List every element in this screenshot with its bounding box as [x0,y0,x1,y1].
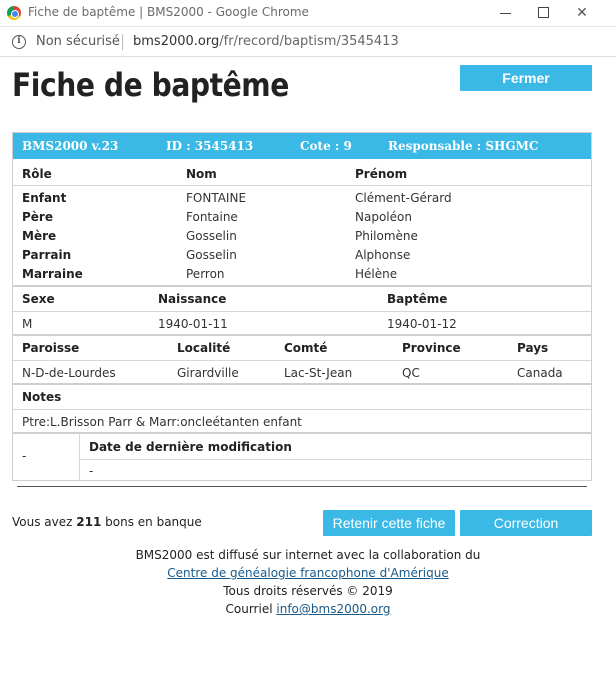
address-bar[interactable]: i Non sécurisé bms2000.org/fr/record/bap… [0,27,616,57]
row-divider [13,409,591,410]
person-nom: Perron [186,267,225,281]
retain-record-button[interactable]: Retenir cette fiche [323,510,455,536]
col-header-prenom: Prénom [355,167,408,181]
column-divider [79,434,80,480]
col-header-paroisse: Paroisse [22,341,80,355]
col-header-localite: Localité [177,341,231,355]
url-host: bms2000.org [133,34,220,49]
localite-value: Girardville [177,366,239,380]
modification-label: Date de dernière modification [89,440,292,454]
col-header-bapteme: Baptême [387,292,448,306]
close-window-button[interactable]: ✕ [560,0,604,27]
footer-collaboration: BMS2000 est diffusé sur internet avec la… [135,548,481,562]
partner-link[interactable]: Centre de généalogie francophone d'Améri… [167,566,448,580]
window-title: Fiche de baptême | BMS2000 - Google Chro… [28,5,309,19]
col-header-comte: Comté [284,341,328,355]
bapteme-value: 1940-01-12 [387,317,457,331]
bank-prefix: Vous avez [12,515,73,529]
row-divider [13,311,591,312]
row-divider [80,459,591,460]
url-text[interactable]: bms2000.org/fr/record/baptism/3545413 [133,34,399,49]
naissance-value: 1940-01-11 [158,317,228,331]
comte-value: Lac-St-Jean [284,366,353,380]
person-prenom: Napoléon [355,210,412,224]
minimize-icon [500,13,511,14]
security-status[interactable]: Non sécurisé [36,34,120,49]
maximize-icon [538,7,549,18]
close-icon: ✕ [576,5,588,21]
notes-label: Notes [22,390,62,404]
person-prenom: Philomène [355,229,418,243]
url-path: /fr/record/baptism/3545413 [219,34,399,49]
email-prefix: Courriel [225,602,273,616]
horizontal-rule [17,486,587,487]
col-header-sexe: Sexe [22,292,55,306]
person-role: Enfant [22,191,67,205]
modification-value: - [89,464,94,478]
footer: BMS2000 est diffusé sur internet avec la… [0,546,616,618]
correction-button[interactable]: Correction [460,510,592,536]
record-id: ID : 3545413 [166,139,254,153]
paroisse-value: N-D-de-Lourdes [22,366,116,380]
row-divider [13,360,591,361]
footer-email-line: Courriel info@bms2000.org [0,600,616,618]
section-divider [13,285,591,287]
notes-text: Ptre:L.Brisson Parr & Marr:oncleétanten … [22,415,302,429]
record-card: BMS2000 v.23 ID : 3545413 Cote : 9 Respo… [12,132,592,481]
person-prenom: Alphonse [355,248,411,262]
pays-value: Canada [517,366,563,380]
row-divider [13,185,591,186]
person-role: Mère [22,229,57,243]
email-link[interactable]: info@bms2000.org [276,602,390,616]
person-nom: Fontaine [186,210,238,224]
bank-balance: Vous avez 211 bons en banque [12,515,202,529]
record-header: BMS2000 v.23 ID : 3545413 Cote : 9 Respo… [13,133,591,159]
col-header-province: Province [402,341,461,355]
col-header-nom: Nom [186,167,217,181]
col-header-role: Rôle [22,167,52,181]
bank-count: 211 [76,515,102,529]
col-header-naissance: Naissance [158,292,227,306]
footer-rights: Tous droits réservés © 2019 [223,584,393,598]
person-nom: FONTAINE [186,191,247,205]
page-content: Fiche de baptême Fermer BMS2000 v.23 ID … [0,57,616,690]
person-nom: Gosselin [186,229,237,243]
person-prenom: Clément-Gérard [355,191,452,205]
person-role: Parrain [22,248,72,262]
section-divider [13,432,591,434]
window-titlebar: Fiche de baptême | BMS2000 - Google Chro… [0,0,616,27]
page-title: Fiche de baptême [12,66,289,104]
col-header-pays: Pays [517,341,549,355]
section-divider [13,383,591,385]
close-button[interactable]: Fermer [460,65,592,91]
modification-left-value: - [22,449,27,463]
person-nom: Gosselin [186,248,237,262]
chrome-logo-icon [7,6,21,20]
record-responsable: Responsable : SHGMC [388,139,539,153]
bank-suffix: bons en banque [105,515,202,529]
record-cote: Cote : 9 [300,139,352,153]
info-icon[interactable]: i [12,35,26,49]
province-value: QC [402,366,420,380]
record-version: BMS2000 v.23 [22,139,119,153]
person-role: Père [22,210,53,224]
person-prenom: Hélène [355,267,398,281]
person-role: Marraine [22,267,83,281]
address-separator [122,34,123,50]
section-divider [13,334,591,336]
sexe-value: M [22,317,33,331]
